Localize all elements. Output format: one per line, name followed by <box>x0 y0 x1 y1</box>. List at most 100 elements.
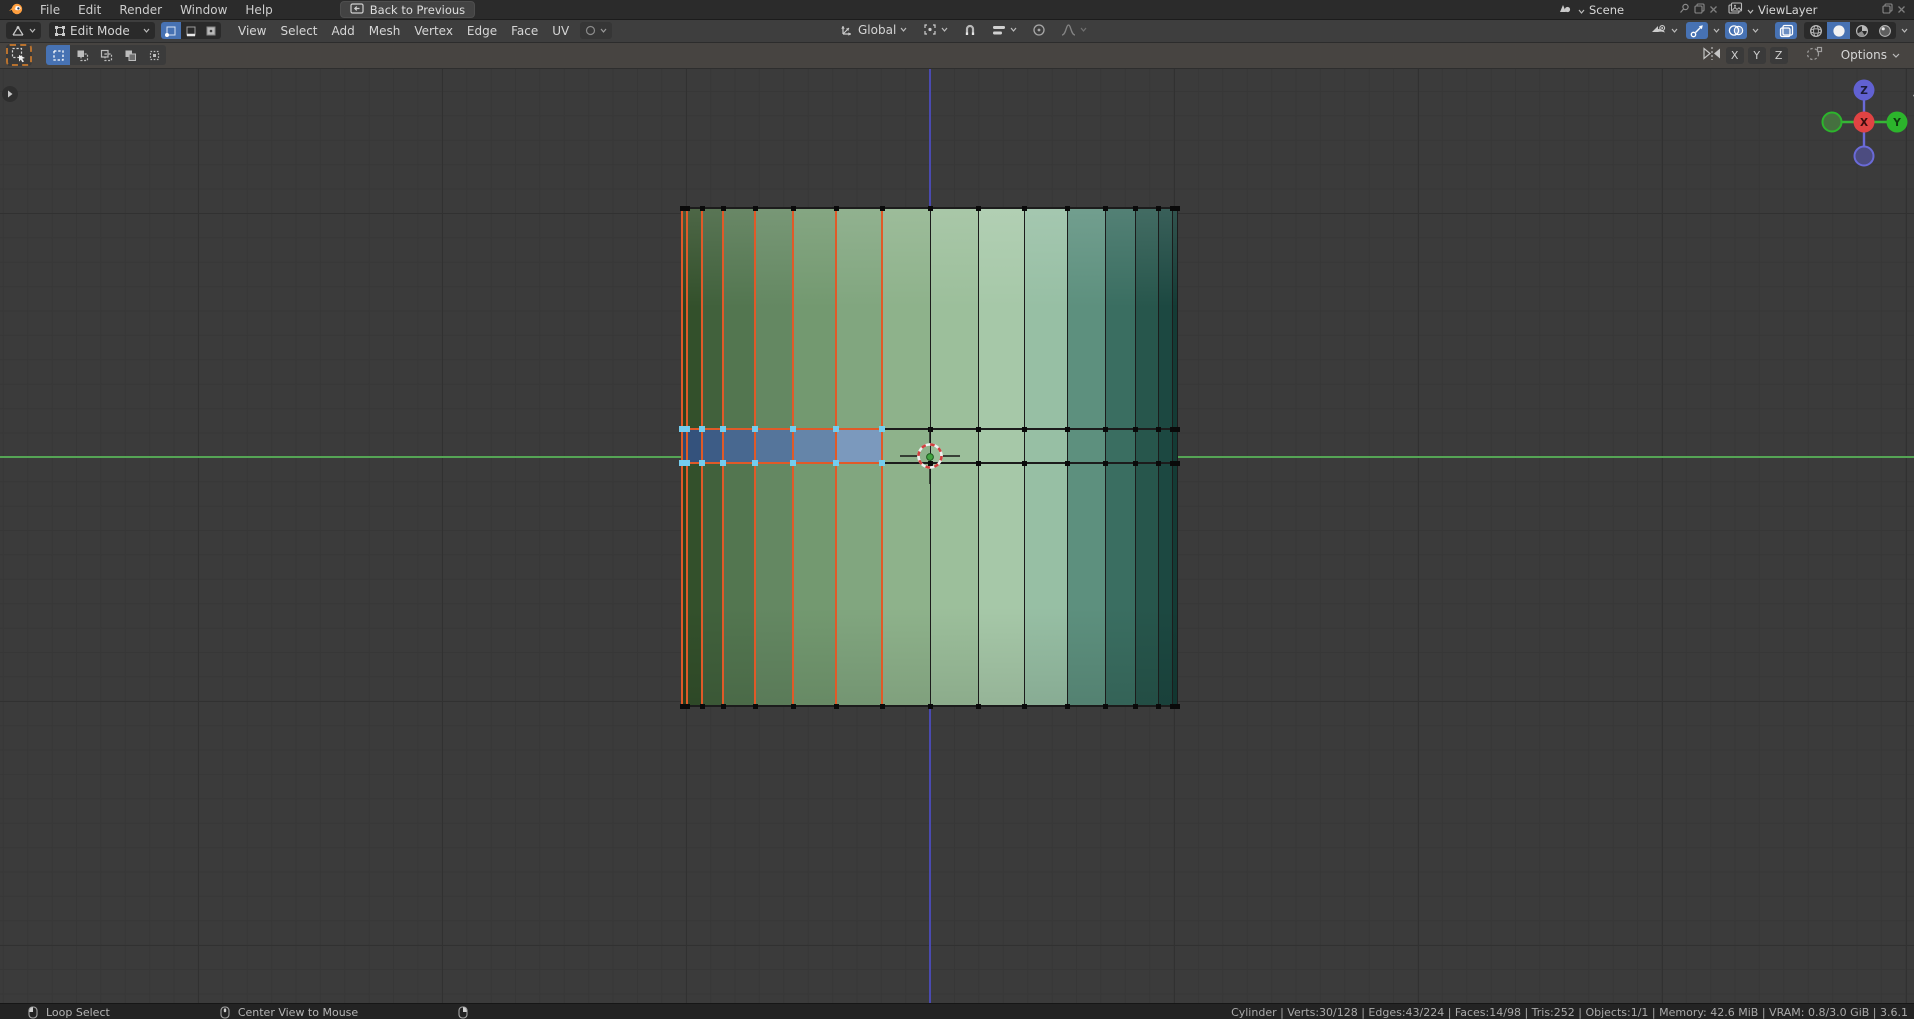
vertex[interactable] <box>1102 703 1108 709</box>
selected-edge-horizontal[interactable] <box>682 462 882 464</box>
vertex-selected[interactable] <box>752 460 758 466</box>
menu-add[interactable]: Add <box>325 24 362 38</box>
edge-vertical[interactable] <box>1023 208 1025 706</box>
cylinder-face-column[interactable] <box>1024 208 1067 706</box>
vertex[interactable] <box>927 205 933 211</box>
gizmo-dropdown[interactable] <box>1711 22 1722 39</box>
vertex[interactable] <box>684 205 690 211</box>
vertex[interactable] <box>752 205 758 211</box>
vertex[interactable] <box>1155 205 1161 211</box>
shading-dropdown[interactable] <box>1899 22 1910 39</box>
select-invert-button[interactable] <box>118 45 142 65</box>
proportional-editing-toggle[interactable] <box>1028 21 1050 38</box>
edge-vertical[interactable] <box>1066 208 1068 706</box>
chevron-down-icon[interactable] <box>1578 3 1585 17</box>
edge-vertical[interactable] <box>977 208 979 706</box>
pivot-point-dropdown[interactable] <box>918 21 953 38</box>
mirror-x-toggle[interactable]: X <box>1725 46 1744 64</box>
vertex[interactable] <box>1064 205 1070 211</box>
vertex-selected[interactable] <box>699 426 705 432</box>
cylinder-face-column[interactable] <box>978 208 1024 706</box>
vertex-selected[interactable] <box>684 460 690 466</box>
vertex-selected[interactable] <box>699 460 705 466</box>
wireframe-shading-button[interactable] <box>1804 22 1827 39</box>
navigation-gizmo[interactable]: Z Y X <box>1819 77 1909 167</box>
selected-edge-vertical[interactable] <box>686 208 688 706</box>
vertex-selected[interactable] <box>720 426 726 432</box>
menu-select[interactable]: Select <box>273 24 324 38</box>
scene-name[interactable]: Scene <box>1589 3 1675 17</box>
vertex-selected[interactable] <box>720 460 726 466</box>
vertex[interactable] <box>1155 703 1161 709</box>
vertex[interactable] <box>975 205 981 211</box>
tool-options-dropdown[interactable]: Options <box>1837 48 1904 62</box>
vertex-selected[interactable] <box>752 426 758 432</box>
select-subtract-button[interactable] <box>94 45 118 65</box>
vertex[interactable] <box>1132 703 1138 709</box>
vertex[interactable] <box>790 205 796 211</box>
menu-vertex[interactable]: Vertex <box>407 24 460 38</box>
gizmo-y-neg-axis[interactable] <box>1821 111 1843 133</box>
vertex-selected[interactable] <box>790 426 796 432</box>
vertex-selected[interactable] <box>879 460 885 466</box>
overlays-dropdown[interactable] <box>1750 22 1761 39</box>
selected-face[interactable] <box>755 429 793 463</box>
vertex[interactable] <box>1102 460 1108 466</box>
vertex[interactable] <box>975 703 981 709</box>
blender-logo-icon[interactable] <box>0 2 31 18</box>
back-to-previous-button[interactable]: Back to Previous <box>339 1 476 18</box>
vertex[interactable] <box>879 205 885 211</box>
menu-view[interactable]: View <box>231 24 273 38</box>
selected-edge-vertical[interactable] <box>681 208 683 706</box>
vertex[interactable] <box>1021 205 1027 211</box>
proportional-edit-dropdown[interactable] <box>580 22 613 39</box>
vertex[interactable] <box>1132 426 1138 432</box>
edge-vertical[interactable] <box>1104 208 1106 706</box>
menu-uv[interactable]: UV <box>545 24 576 38</box>
vertex[interactable] <box>879 703 885 709</box>
vertex[interactable] <box>720 703 726 709</box>
selected-edge-horizontal[interactable] <box>682 428 882 430</box>
mode-dropdown[interactable]: Edit Mode <box>49 22 155 39</box>
transform-orientation-dropdown[interactable]: Global <box>835 21 912 38</box>
vertex[interactable] <box>1102 426 1108 432</box>
selected-face[interactable] <box>687 429 702 463</box>
close-scene-icon[interactable] <box>1709 3 1718 17</box>
menu-edit[interactable]: Edit <box>69 0 110 19</box>
selected-face[interactable] <box>793 429 836 463</box>
new-layer-icon[interactable] <box>1882 2 1893 17</box>
menu-help[interactable]: Help <box>236 0 281 19</box>
menu-window[interactable]: Window <box>171 0 236 19</box>
close-layer-icon[interactable] <box>1897 3 1906 17</box>
vertex-selected[interactable] <box>790 460 796 466</box>
snap-toggle[interactable] <box>959 21 981 38</box>
edge-vertical[interactable] <box>1157 208 1159 706</box>
vertex-selected[interactable] <box>879 426 885 432</box>
select-set-button[interactable] <box>46 45 70 65</box>
editor-type-button[interactable] <box>6 22 41 39</box>
menu-mesh[interactable]: Mesh <box>362 24 408 38</box>
viewport-3d[interactable]: ‹ Z Y X <box>0 68 1914 1003</box>
menu-file[interactable]: File <box>31 0 69 19</box>
vertex[interactable] <box>752 703 758 709</box>
face-select-button[interactable] <box>201 22 221 39</box>
vertex[interactable] <box>720 205 726 211</box>
snap-target-dropdown[interactable] <box>987 21 1022 38</box>
cylinder-face-column[interactable] <box>1067 208 1105 706</box>
vertex[interactable] <box>1132 460 1138 466</box>
vertex[interactable] <box>1174 703 1180 709</box>
mirror-y-toggle[interactable]: Y <box>1747 46 1766 64</box>
vertex[interactable] <box>1155 460 1161 466</box>
vertex[interactable] <box>1132 205 1138 211</box>
toolbar-expand-arrow[interactable] <box>2 86 18 102</box>
vertex[interactable] <box>1174 205 1180 211</box>
vertex[interactable] <box>699 205 705 211</box>
vertex-select-button[interactable] <box>161 22 181 39</box>
vertex[interactable] <box>1021 460 1027 466</box>
cylinder-face-column[interactable] <box>1105 208 1135 706</box>
vertex[interactable] <box>699 703 705 709</box>
vertex[interactable] <box>975 426 981 432</box>
gizmo-z-neg-axis[interactable] <box>1853 145 1875 167</box>
edge-vertical[interactable] <box>1134 208 1136 706</box>
cylinder-face-column[interactable] <box>1135 208 1158 706</box>
